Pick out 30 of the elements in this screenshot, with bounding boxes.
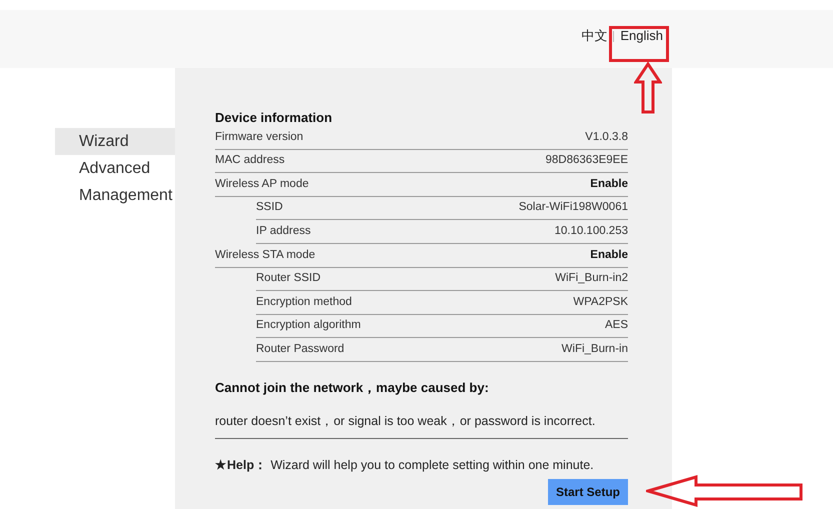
left-arrow-icon xyxy=(646,474,804,508)
row-value: V1.0.3.8 xyxy=(585,130,628,145)
row-value: Enable xyxy=(590,176,628,192)
row-value: AES xyxy=(604,318,628,334)
up-arrow-icon xyxy=(634,62,662,114)
row-label: SSID xyxy=(256,200,283,216)
row-label: Wireless AP mode xyxy=(215,176,309,192)
row-value: Enable xyxy=(590,248,628,263)
row-label: Router SSID xyxy=(256,271,321,286)
sidebar-item[interactable]: Wizard xyxy=(55,128,175,155)
row-label: Firmware version xyxy=(215,130,304,145)
row-label: MAC address xyxy=(215,153,285,168)
highlight-frame xyxy=(609,26,669,62)
language-link[interactable]: 中文 xyxy=(581,26,608,46)
row-value: 10.10.100.253 xyxy=(554,224,628,240)
row-label: Router Password xyxy=(256,342,344,358)
start-setup-button[interactable]: Start Setup xyxy=(548,479,628,506)
row-value: Solar-WiFi198W0061 xyxy=(518,200,628,216)
row-label: Wireless STA mode xyxy=(215,248,316,263)
row-label: Encryption method xyxy=(256,294,352,310)
row-label: Encryption algorithm xyxy=(256,318,361,334)
section-title: Device information xyxy=(215,109,334,126)
row-value: 98D86363E9EE xyxy=(546,153,628,168)
row-value: WiFi_Burn-in2 xyxy=(555,271,628,286)
row-value: WiFi_Burn-in xyxy=(562,342,628,358)
row-value: WPA2PSK xyxy=(573,294,628,310)
help-text: ★Help： Wizard will help you to complete setting within one minute. xyxy=(215,458,594,472)
notice-title: Cannot join the network，maybe caused by: xyxy=(215,378,490,397)
row-label: IP address xyxy=(256,224,311,240)
notice-message: router doesn’t exist，or signal is too weak，or password is incorrect. xyxy=(215,414,596,428)
